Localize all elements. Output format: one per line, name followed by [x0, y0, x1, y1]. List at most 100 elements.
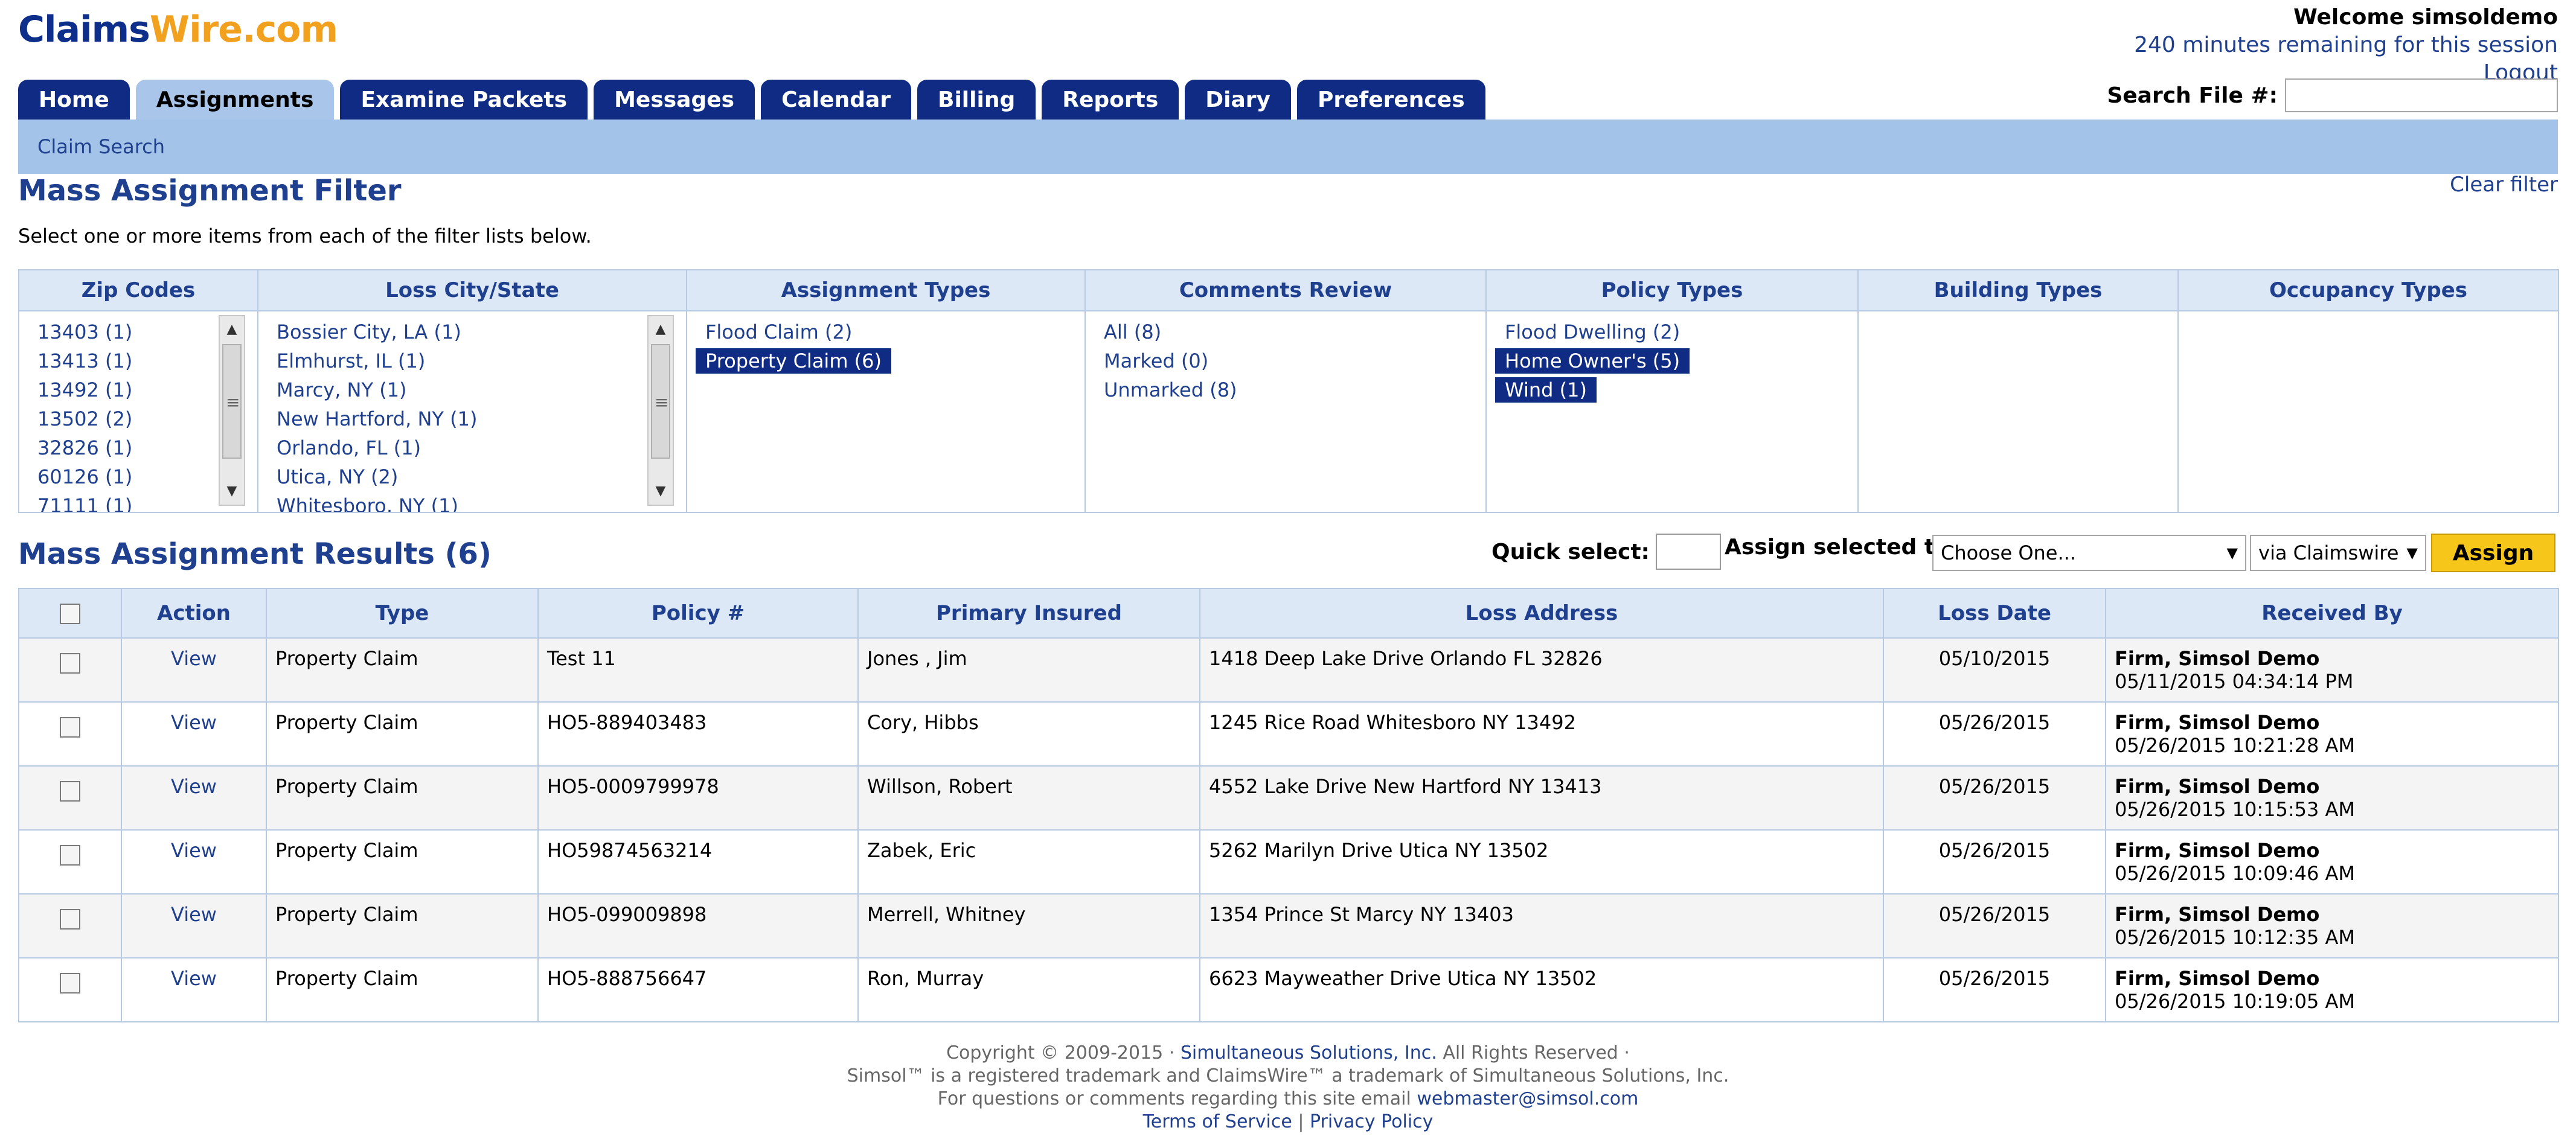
- city-item[interactable]: Orlando, FL (1): [277, 433, 686, 462]
- tab-preferences[interactable]: Preferences: [1297, 80, 1485, 120]
- row-checkbox[interactable]: [60, 973, 80, 994]
- logo-com: .com: [242, 8, 338, 51]
- address-cell: 1245 Rice Road Whitesboro NY 13492: [1199, 701, 1884, 767]
- insured-cell: Cory, Hibbs: [857, 701, 1200, 767]
- assignment-type-item-selected[interactable]: Property Claim (6): [696, 346, 1085, 375]
- row-checkbox[interactable]: [60, 717, 80, 738]
- assignee-select-value: Choose One...: [1941, 541, 2076, 564]
- zip-code-list[interactable]: 13403 (1) 13413 (1) 13492 (1) 13502 (2) …: [19, 311, 257, 512]
- received-by: Firm, Simsol Demo: [2115, 647, 2320, 670]
- comments-review-list[interactable]: All (8) Marked (0) Unmarked (8): [1086, 311, 1485, 512]
- view-link[interactable]: View: [171, 903, 217, 926]
- received-by: Firm, Simsol Demo: [2115, 967, 2320, 990]
- assign-button[interactable]: Assign: [2431, 534, 2555, 572]
- scroll-down-icon[interactable]: ▼: [649, 479, 673, 503]
- grip-icon: ≡: [655, 392, 669, 412]
- row-checkbox[interactable]: [60, 653, 80, 674]
- city-item[interactable]: Elmhurst, IL (1): [277, 346, 686, 375]
- comments-review-item[interactable]: Unmarked (8): [1104, 375, 1485, 404]
- city-item[interactable]: Bossier City, LA (1): [277, 317, 686, 346]
- received-cell: Firm, Simsol Demo 05/26/2015 10:21:28 AM: [2105, 701, 2559, 767]
- scroll-up-icon[interactable]: ▲: [649, 317, 673, 342]
- legal-links: Terms of Service | Privacy Policy: [0, 1111, 2576, 1134]
- filter-instruction: Select one or more items from each of th…: [18, 225, 592, 247]
- city-list-cell: Bossier City, LA (1) Elmhurst, IL (1) Ma…: [257, 310, 687, 513]
- tab-examine-packets[interactable]: Examine Packets: [340, 80, 588, 120]
- rights-text: All Rights Reserved ·: [1437, 1042, 1630, 1064]
- loss-city-list[interactable]: Bossier City, LA (1) Elmhurst, IL (1) Ma…: [258, 311, 686, 512]
- copyright-line: Copyright © 2009-2015 · Simultaneous Sol…: [0, 1042, 2576, 1065]
- comments-review-item[interactable]: Marked (0): [1104, 346, 1485, 375]
- address-cell: 1354 Prince St Marcy NY 13403: [1199, 893, 1884, 958]
- view-link[interactable]: View: [171, 775, 217, 798]
- search-file-input[interactable]: [2285, 78, 2558, 112]
- quick-select-input[interactable]: [1655, 534, 1721, 570]
- city-item[interactable]: Whitesboro, NY (1): [277, 491, 686, 512]
- tab-billing[interactable]: Billing: [917, 80, 1036, 120]
- policy-type-item-selected[interactable]: Home Owner's (5): [1495, 346, 1857, 375]
- view-link[interactable]: View: [171, 839, 217, 862]
- policy-type-item-selected[interactable]: Wind (1): [1495, 375, 1857, 404]
- search-file: Search File #:: [2107, 78, 2558, 112]
- city-item[interactable]: Utica, NY (2): [277, 462, 686, 491]
- assignment-types-list[interactable]: Flood Claim (2) Property Claim (6): [687, 311, 1085, 512]
- policy-types-list[interactable]: Flood Dwelling (2) Home Owner's (5) Wind…: [1487, 311, 1857, 512]
- city-item[interactable]: Marcy, NY (1): [277, 375, 686, 404]
- webmaster-email-link[interactable]: webmaster@simsol.com: [1417, 1088, 1638, 1109]
- scroll-up-icon[interactable]: ▲: [220, 317, 244, 342]
- address-cell: 1418 Deep Lake Drive Orlando FL 32826: [1199, 637, 1884, 703]
- view-link[interactable]: View: [171, 967, 217, 990]
- terms-link[interactable]: Terms of Service: [1143, 1111, 1292, 1132]
- assignment-type-item[interactable]: Flood Claim (2): [705, 317, 1085, 346]
- occupancy-types-list[interactable]: [2179, 311, 2558, 512]
- clear-filter-link[interactable]: Clear filter: [2450, 173, 2558, 197]
- tab-home[interactable]: Home: [18, 80, 130, 120]
- loss-date-cell: 05/26/2015: [1883, 829, 2106, 895]
- address-cell: 4552 Lake Drive New Hartford NY 13413: [1199, 765, 1884, 831]
- tab-reports[interactable]: Reports: [1042, 80, 1179, 120]
- received-at: 05/26/2015 10:12:35 AM: [2115, 926, 2355, 949]
- col-policy[interactable]: Policy #: [537, 588, 859, 639]
- claimswire-logo[interactable]: ClaimsWire.com: [18, 8, 338, 51]
- privacy-link[interactable]: Privacy Policy: [1310, 1111, 1433, 1132]
- type-cell: Property Claim: [266, 765, 539, 831]
- chevron-down-icon: ▼: [2226, 544, 2238, 561]
- quick-select-label: Quick select:: [1491, 539, 1650, 564]
- received-cell: Firm, Simsol Demo 05/11/2015 04:34:14 PM: [2105, 637, 2559, 703]
- view-link[interactable]: View: [171, 711, 217, 734]
- col-received-by[interactable]: Received By: [2105, 588, 2559, 639]
- policy-type-item[interactable]: Flood Dwelling (2): [1505, 317, 1857, 346]
- row-checkbox[interactable]: [60, 845, 80, 866]
- col-primary-insured[interactable]: Primary Insured: [857, 588, 1200, 639]
- occupancy-types-cell: [2177, 310, 2559, 513]
- tab-diary[interactable]: Diary: [1185, 80, 1291, 120]
- city-item[interactable]: New Hartford, NY (1): [277, 404, 686, 433]
- received-by: Firm, Simsol Demo: [2115, 775, 2320, 798]
- row-checkbox[interactable]: [60, 781, 80, 802]
- scroll-down-icon[interactable]: ▼: [220, 479, 244, 503]
- via-select[interactable]: via Claimswire ▼: [2250, 535, 2426, 571]
- tab-messages[interactable]: Messages: [594, 80, 755, 120]
- filter-header-assignment-types: Assignment Types: [686, 269, 1086, 311]
- claim-search-link[interactable]: Claim Search: [37, 135, 165, 158]
- assignee-select[interactable]: Choose One... ▼: [1932, 535, 2246, 571]
- tab-calendar[interactable]: Calendar: [761, 80, 912, 120]
- comments-review-item[interactable]: All (8): [1104, 317, 1485, 346]
- session-remaining: 240 minutes remaining for this session: [2134, 33, 2558, 57]
- table-row: View Property Claim HO5-889403483 Cory, …: [18, 701, 2559, 767]
- company-link[interactable]: Simultaneous Solutions, Inc.: [1181, 1042, 1437, 1064]
- row-select-cell: [18, 957, 122, 1022]
- building-types-list[interactable]: [1859, 311, 2177, 512]
- col-loss-date[interactable]: Loss Date: [1883, 588, 2106, 639]
- received-by: Firm, Simsol Demo: [2115, 711, 2320, 734]
- loss-date-cell: 05/26/2015: [1883, 701, 2106, 767]
- insured-cell: Merrell, Whitney: [857, 893, 1200, 958]
- tab-assignments[interactable]: Assignments: [135, 80, 335, 120]
- row-checkbox[interactable]: [60, 909, 80, 930]
- view-link[interactable]: View: [171, 647, 217, 670]
- city-scrollbar[interactable]: ▲ ≡ ▼: [647, 315, 674, 506]
- zip-code-scrollbar[interactable]: ▲ ≡ ▼: [219, 315, 245, 506]
- col-loss-address[interactable]: Loss Address: [1199, 588, 1884, 639]
- select-all-checkbox[interactable]: [60, 603, 80, 624]
- link-separator: |: [1292, 1111, 1310, 1132]
